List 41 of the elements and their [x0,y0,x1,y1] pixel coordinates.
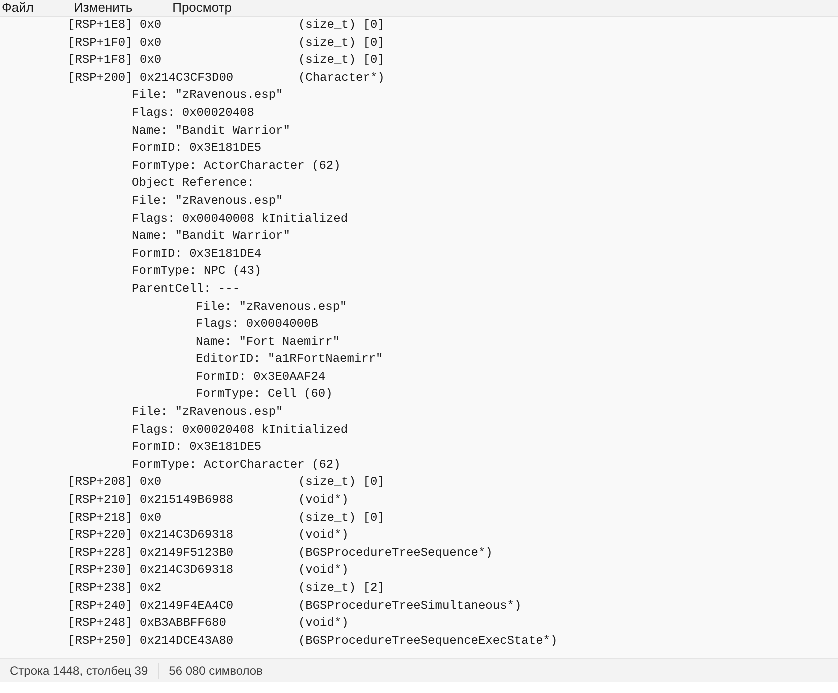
menu-item[interactable]: Изменить [74,0,133,16]
text-line: FormType: ActorCharacter (62) [132,456,341,474]
text-line: [RSP+1E8] 0x0 (size_t) [0] [68,17,385,34]
text-line: FormID: 0x3E181DE5 [132,439,262,456]
text-line: [RSP+238] 0x2 (size_t) [2] [68,580,385,597]
text-line: [RSP+208] 0x0 (size_t) [0] [68,474,385,492]
text-line: [RSP+1F0] 0x0 (size_t) [0] [68,34,385,52]
text-line: [RSP+200] 0x214C3CF3D00 (Character*) [68,70,385,87]
text-line: FormID: 0x3E181DE5 [132,140,262,158]
text-line: File: "zRavenous.esp" [132,87,284,104]
text-line: [RSP+230] 0x214C3D69318 (void*) [68,562,349,580]
text-line: [RSP+240] 0x2149F4EA4C0 (BGSProcedureTreeSimultaneous*) [68,598,522,615]
text-line: [RSP+250] 0x214DCE43A80 (BGSProcedureTreeSequenceExecState*) [68,632,558,650]
text-line: FormType: NPC (43) [132,263,262,280]
text-line: Flags: 0x0004000B [196,316,318,334]
text-line: Flags: 0x00020408 [132,104,254,122]
text-line: [RSP+228] 0x2149F5123B0 (BGSProcedureTreeSequence*) [68,544,493,562]
text-line: FormID: 0x3E0AAF24 [196,368,326,386]
cursor-position: Строка 1448, столбец 39 [9,662,150,680]
character-count: 56 080 символов [168,662,263,680]
text-line: FormType: Cell (60) [196,386,333,404]
menu-item[interactable]: Файл [2,0,34,16]
menu-item[interactable]: Просмотр [172,0,232,16]
text-line: File: "zRavenous.esp" [132,404,284,422]
text-line: EditorID: "a1RFortNaemirr" [196,351,384,368]
text-line: File: "zRavenous.esp" [132,192,284,210]
text-line: File: "zRavenous.esp" [196,298,348,316]
text-line: [RSP+210] 0x215149B6988 (void*) [68,492,349,510]
text-line: [RSP+220] 0x214C3D69318 (void*) [68,527,349,544]
text-line: Flags: 0x00020408 kInitialized [132,422,348,439]
text-line: [RSP+248] 0xB3ABBFF680 (void*) [68,615,349,632]
text-line: FormID: 0x3E181DE4 [132,246,262,263]
text-line: Object Reference: [132,175,254,192]
text-line: [RSP+1F8] 0x0 (size_t) [0] [68,52,385,70]
text-line: Flags: 0x00040008 kInitialized [132,210,348,228]
text-line: [RSP+218] 0x0 (size_t) [0] [68,510,385,527]
text-line: Name: "Fort Naemirr" [196,334,340,351]
text-line: ParentCell: --- [132,280,240,298]
text-line: FormType: ActorCharacter (62) [132,158,341,175]
text-line: Name: "Bandit Warrior" [132,122,290,140]
text-line: Name: "Bandit Warrior" [132,228,290,246]
